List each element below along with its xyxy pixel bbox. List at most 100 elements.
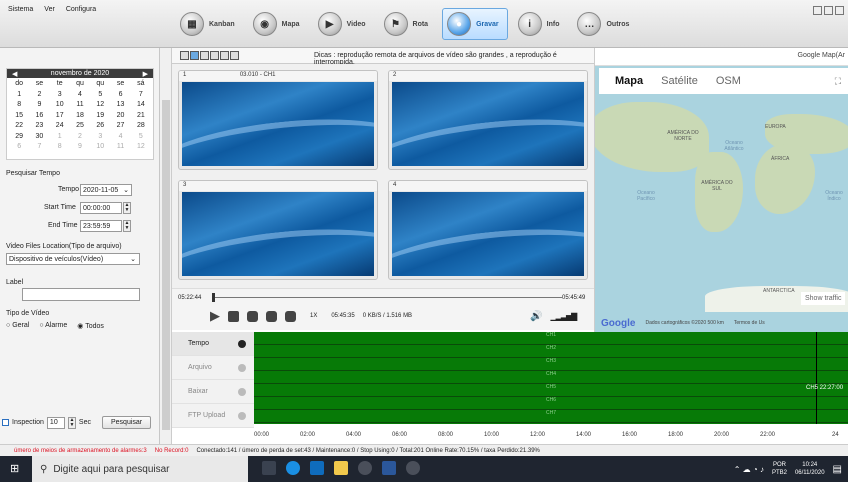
calendar-day[interactable]: 22 <box>9 121 29 132</box>
end-time-stepper[interactable]: ▲ ▼ <box>123 220 131 232</box>
layout-6-icon[interactable] <box>200 51 209 60</box>
radio-todos[interactable]: ◉ Todos <box>77 322 104 330</box>
radio-geral[interactable]: ○ Geral <box>6 322 29 330</box>
menu-configura[interactable]: Configura <box>66 6 96 13</box>
app-icon[interactable] <box>358 461 372 475</box>
calendar-day[interactable]: 15 <box>9 111 29 122</box>
calendar-day[interactable]: 9 <box>70 142 90 153</box>
calendar-day[interactable]: 3 <box>90 132 110 143</box>
toolbar-gravar-button[interactable]: ● Gravar <box>442 8 508 40</box>
layout-16-icon[interactable] <box>220 51 229 60</box>
scrollbar-thumb[interactable] <box>162 100 170 430</box>
close-icon[interactable] <box>835 6 844 15</box>
toolbar-mapa-button[interactable]: ◉ Mapa <box>249 8 308 40</box>
calendar-day[interactable]: 5 <box>131 132 151 143</box>
start-time-field[interactable]: 00:00:00 <box>80 202 122 214</box>
calendar-day[interactable]: 12 <box>90 100 110 111</box>
search-button[interactable]: Pesquisar <box>101 416 152 429</box>
calendar-day[interactable]: 24 <box>50 121 70 132</box>
calendar-day[interactable]: 10 <box>50 100 70 111</box>
minimize-icon[interactable] <box>813 6 822 15</box>
calendar-day[interactable]: 6 <box>110 90 130 101</box>
toolbar-video-button[interactable]: ▶ Video <box>314 8 374 40</box>
next-month-icon[interactable]: ▶ <box>143 70 148 78</box>
tempo-tab[interactable]: Tempo <box>172 332 254 356</box>
calendar-day[interactable]: 17 <box>50 111 70 122</box>
maximize-icon[interactable] <box>824 6 833 15</box>
radio-alarme[interactable]: ○ Alarme <box>39 322 67 330</box>
file-explorer-icon[interactable] <box>334 461 348 475</box>
calendar-day[interactable]: 20 <box>110 111 130 122</box>
start-time-stepper[interactable]: ▲ ▼ <box>123 202 131 214</box>
tray-icons[interactable]: ⌃ ☁ ◔ ♪ <box>734 465 764 474</box>
calendar-day[interactable]: 25 <box>70 121 90 132</box>
timeline-grid[interactable]: CH1 CH2 CH3 CH4 CH5 CH6 CH7 CH5 22:27:00 <box>254 332 848 424</box>
layout-4-icon[interactable] <box>190 51 199 60</box>
timeline-cursor[interactable] <box>816 332 817 424</box>
calendar-day[interactable]: 1 <box>9 90 29 101</box>
calendar-day[interactable]: 29 <box>9 132 29 143</box>
record-clip-icon[interactable] <box>266 310 277 322</box>
calendar-day[interactable]: 23 <box>29 121 49 132</box>
calendar-day[interactable]: 19 <box>90 111 110 122</box>
notifications-icon[interactable]: ▤ <box>833 464 842 475</box>
inspection-checkbox[interactable] <box>2 419 9 426</box>
calendar-day[interactable]: 10 <box>90 142 110 153</box>
windows-start-icon[interactable]: ⊞ <box>10 462 19 475</box>
calendar-day[interactable]: 26 <box>90 121 110 132</box>
calendar-day[interactable]: 13 <box>110 100 130 111</box>
clock[interactable]: 10:24 06/11/2020 <box>795 461 825 477</box>
arquivo-tab[interactable]: Arquivo <box>172 356 254 380</box>
map-terms-link[interactable]: Termos de Us <box>734 320 765 326</box>
edge-icon[interactable] <box>286 461 300 475</box>
ftp-upload-tab[interactable]: FTP Upload <box>172 404 254 428</box>
inspection-seconds-field[interactable]: 10 <box>46 416 65 429</box>
date-field[interactable]: 2020-11-05 ⌄ <box>80 184 132 196</box>
map-panel[interactable]: Google Map(Ar Mapa Satélite OSM ⛶ AMÉRIC… <box>594 48 848 332</box>
playback-speed[interactable]: 1X <box>310 313 317 319</box>
calendar-day[interactable]: 8 <box>50 142 70 153</box>
toolbar-outros-button[interactable]: … Outros <box>573 8 637 40</box>
inspection-stepper[interactable]: ▲ ▼ <box>67 416 76 429</box>
show-traffic-button[interactable]: Show traffic <box>801 292 846 305</box>
calendar-day[interactable]: 8 <box>9 100 29 111</box>
baixar-tab[interactable]: Baixar <box>172 380 254 404</box>
word-icon[interactable] <box>382 461 396 475</box>
tab-satelite[interactable]: Satélite <box>661 75 698 87</box>
fullscreen-icon[interactable] <box>230 51 239 60</box>
toolbar-info-button[interactable]: i Info <box>514 8 568 40</box>
layout-1-icon[interactable] <box>180 51 189 60</box>
calendar-day[interactable]: 18 <box>70 111 90 122</box>
calendar-day[interactable]: 4 <box>70 90 90 101</box>
language-indicator[interactable]: POR PTB2 <box>772 461 787 477</box>
play-icon[interactable]: ▶ <box>210 308 220 324</box>
calendar-day[interactable]: 2 <box>29 90 49 101</box>
outlook-icon[interactable] <box>310 461 324 475</box>
calendar-day[interactable]: 7 <box>29 142 49 153</box>
calendar-day[interactable]: 7 <box>131 90 151 101</box>
calendar-day[interactable]: 2 <box>70 132 90 143</box>
calendar-day[interactable]: 14 <box>131 100 151 111</box>
taskbar-search[interactable]: ⚲ Digite aqui para pesquisar <box>32 456 248 482</box>
calendar-day[interactable]: 21 <box>131 111 151 122</box>
calendar-day[interactable]: 11 <box>70 100 90 111</box>
toolbar-rota-button[interactable]: ⚑ Rota <box>380 8 437 40</box>
camera-icon[interactable] <box>285 310 296 322</box>
calendar-day[interactable]: 28 <box>131 121 151 132</box>
calendar-day[interactable]: 12 <box>131 142 151 153</box>
calendar-day[interactable]: 1 <box>50 132 70 143</box>
calendar-day[interactable]: 4 <box>110 132 130 143</box>
volume-icon[interactable]: 🔊 <box>530 311 542 322</box>
volume-bars-icon[interactable]: ▁▂▃▅▇ <box>551 312 578 321</box>
calendar-day[interactable]: 30 <box>29 132 49 143</box>
playback-slider[interactable] <box>212 293 562 302</box>
video-tile-4[interactable]: 4 <box>388 180 588 280</box>
slider-handle[interactable] <box>212 293 215 302</box>
video-tile-1[interactable]: 1 03.010 - CH1 <box>178 70 378 170</box>
task-view-icon[interactable] <box>262 461 276 475</box>
layout-9-icon[interactable] <box>210 51 219 60</box>
tab-mapa[interactable]: Mapa <box>615 75 643 87</box>
calendar-day[interactable]: 5 <box>90 90 110 101</box>
calendar-day[interactable]: 3 <box>50 90 70 101</box>
end-time-field[interactable]: 23:59:59 <box>80 220 122 232</box>
